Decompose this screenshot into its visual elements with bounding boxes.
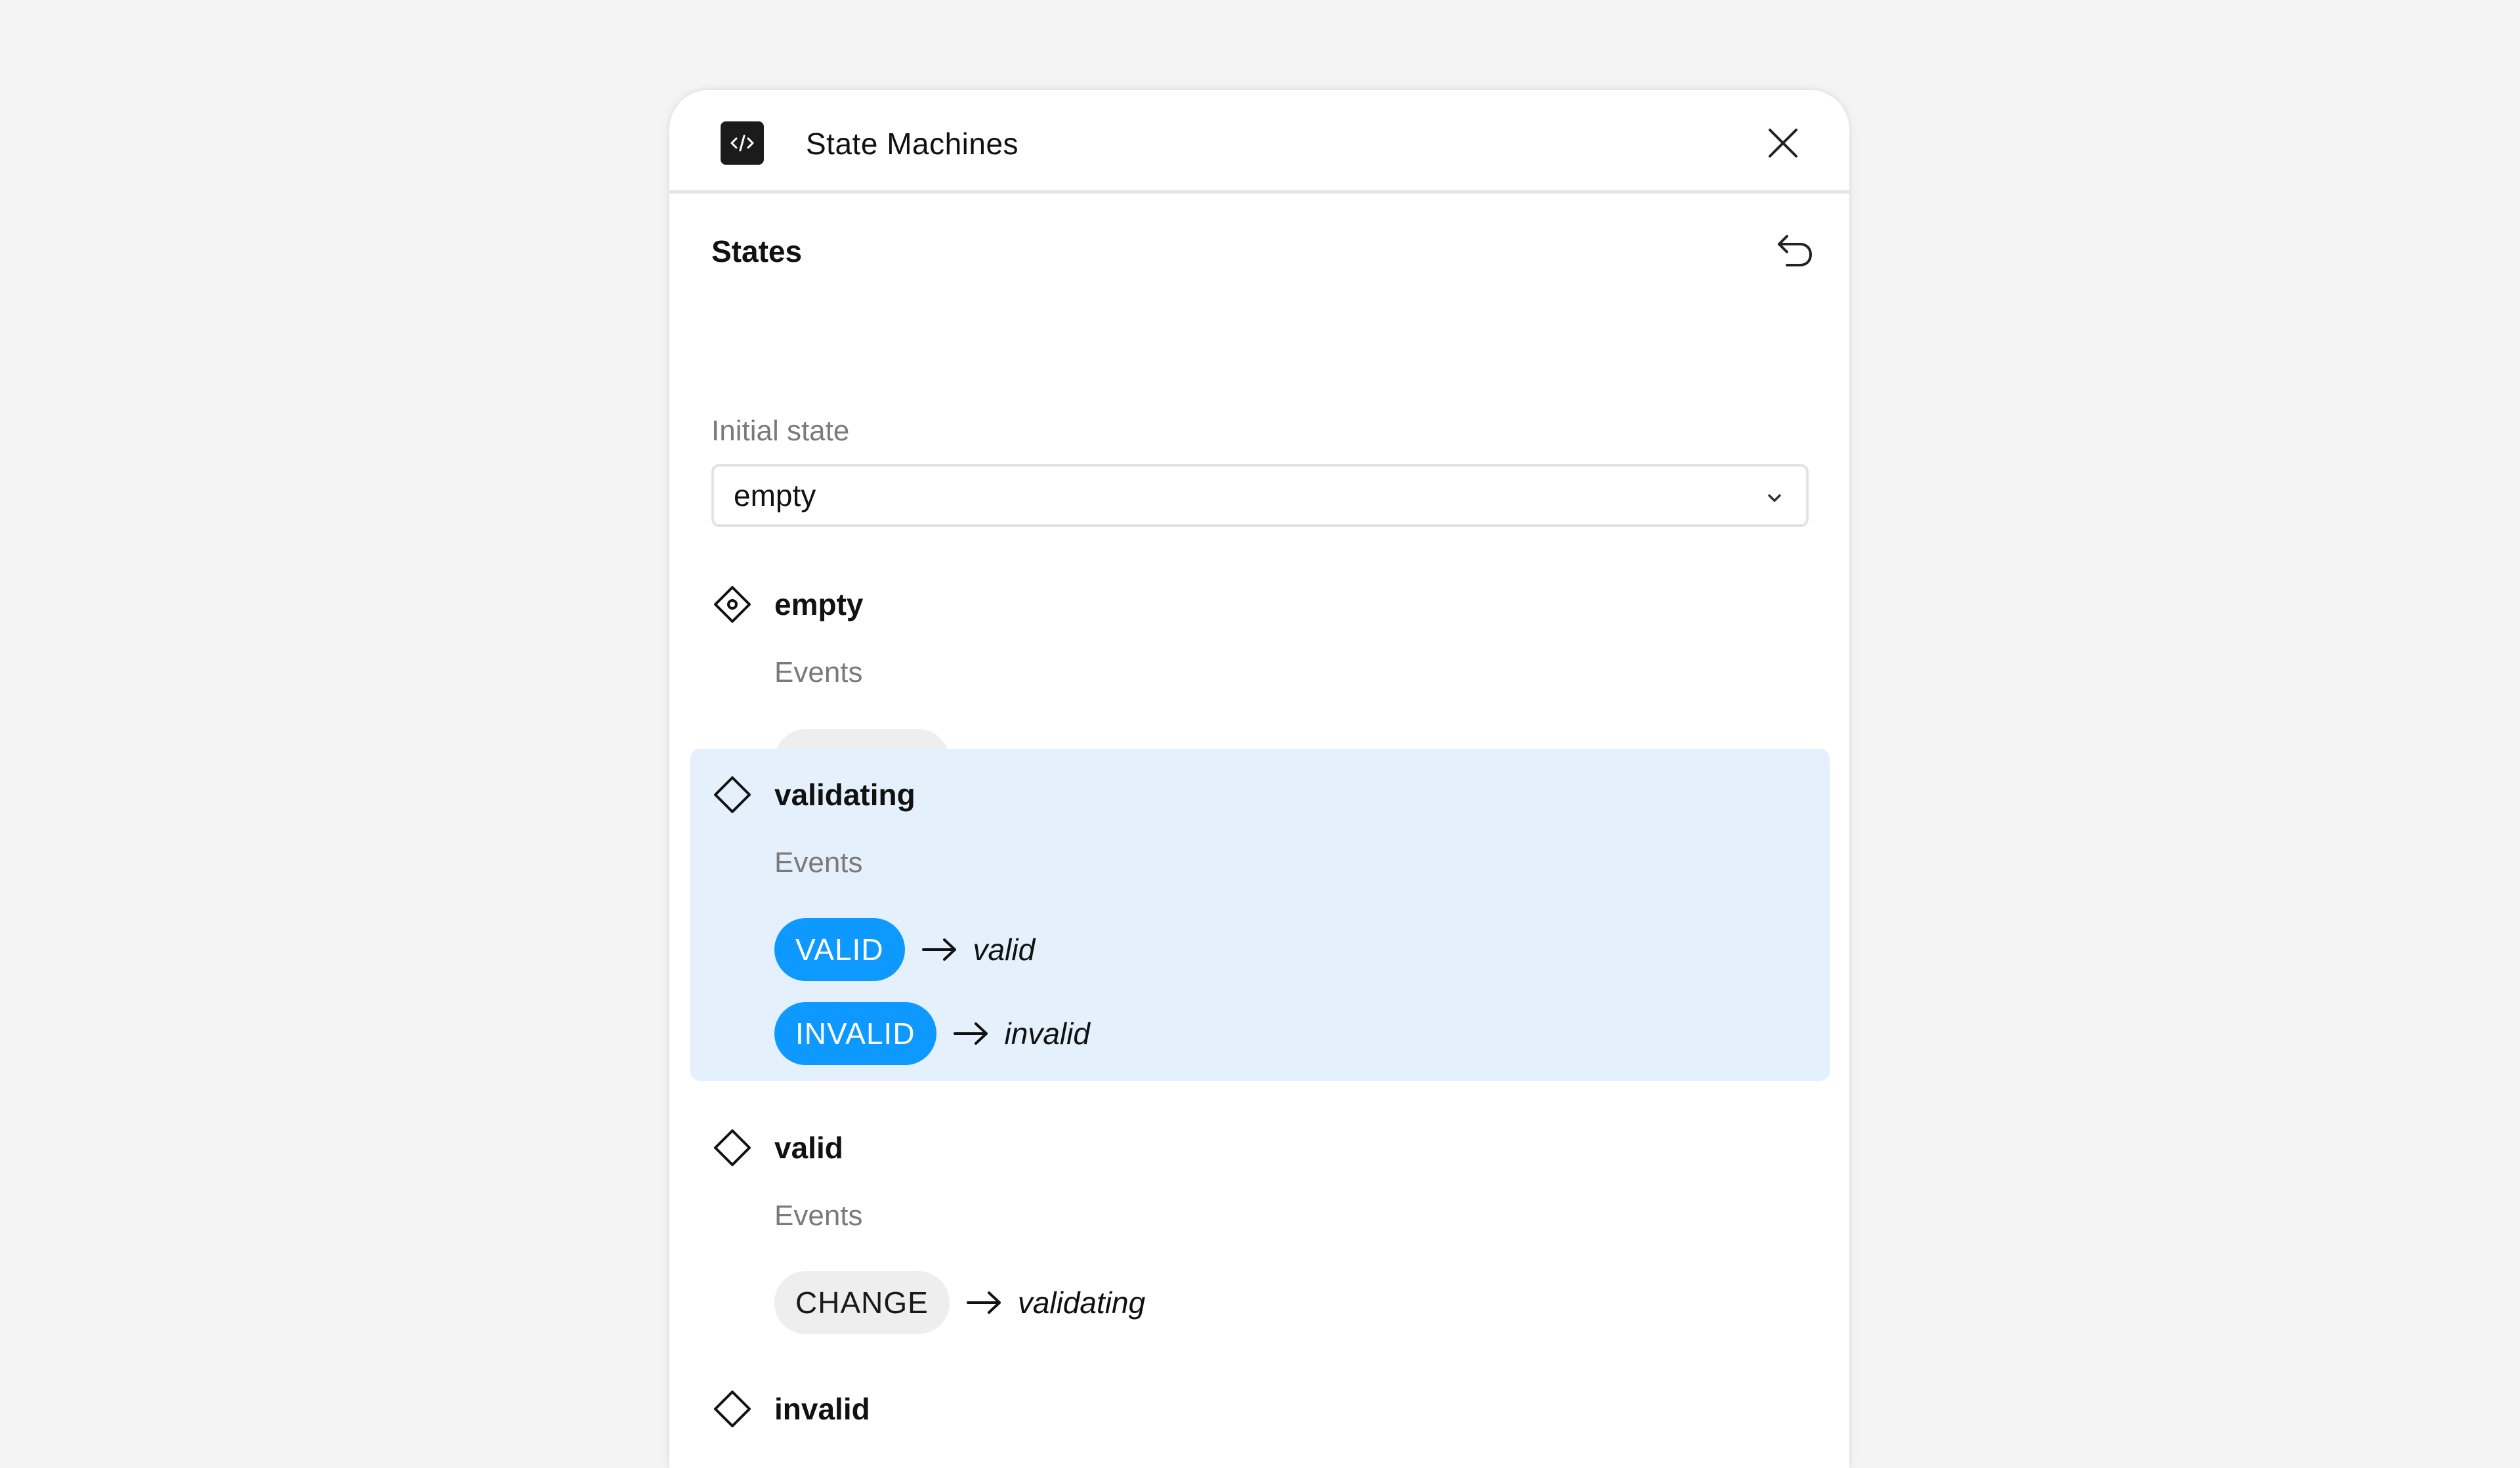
state-name: invalid — [774, 1392, 870, 1426]
events-label: Events — [774, 656, 863, 688]
state-diamond-icon — [713, 1128, 752, 1167]
event-chip-change[interactable]: CHANGE — [774, 1271, 950, 1334]
state-machines-panel: State Machines States Initial state empt… — [669, 90, 1849, 1468]
arrow-right-icon — [921, 938, 956, 961]
state-diamond-icon — [713, 1389, 752, 1429]
event-row: VALID valid — [774, 918, 1035, 981]
arrow-right-icon — [966, 1291, 1001, 1314]
initial-state-select[interactable]: empty — [711, 464, 1809, 527]
arrow-right-icon — [953, 1022, 988, 1045]
state-diamond-icon — [713, 775, 752, 814]
chevron-down-icon — [1768, 494, 1781, 502]
initial-state-value: empty — [734, 478, 816, 513]
events-label: Events — [774, 847, 863, 879]
state-name: valid — [774, 1131, 843, 1165]
initial-state-label: Initial state — [711, 415, 850, 447]
event-target: invalid — [1004, 1017, 1090, 1051]
code-icon — [721, 121, 764, 165]
event-target: validating — [1017, 1286, 1146, 1320]
state-item-validating[interactable]: validating Events VALID valid INVALID in… — [690, 749, 1830, 1081]
event-chip-invalid[interactable]: INVALID — [774, 1002, 936, 1065]
panel-header: State Machines — [669, 90, 1849, 194]
panel-title: State Machines — [806, 127, 1019, 161]
close-icon — [1769, 129, 1797, 157]
event-target: valid — [973, 933, 1036, 967]
events-label: Events — [774, 1200, 863, 1232]
state-name: empty — [774, 587, 864, 621]
event-row: CHANGE validating — [774, 1271, 1145, 1334]
state-item-valid[interactable]: valid Events CHANGE validating — [690, 1102, 1830, 1351]
state-name: validating — [774, 778, 915, 812]
states-section-title: States — [711, 234, 803, 268]
event-chip-valid[interactable]: VALID — [774, 918, 905, 981]
undo-icon — [1778, 235, 1813, 266]
reset-button[interactable] — [1772, 228, 1818, 274]
state-item-invalid[interactable]: invalid — [690, 1363, 1830, 1468]
initial-state-diamond-icon — [713, 585, 752, 624]
close-button[interactable] — [1763, 123, 1803, 163]
event-row: INVALID invalid — [774, 1002, 1090, 1065]
